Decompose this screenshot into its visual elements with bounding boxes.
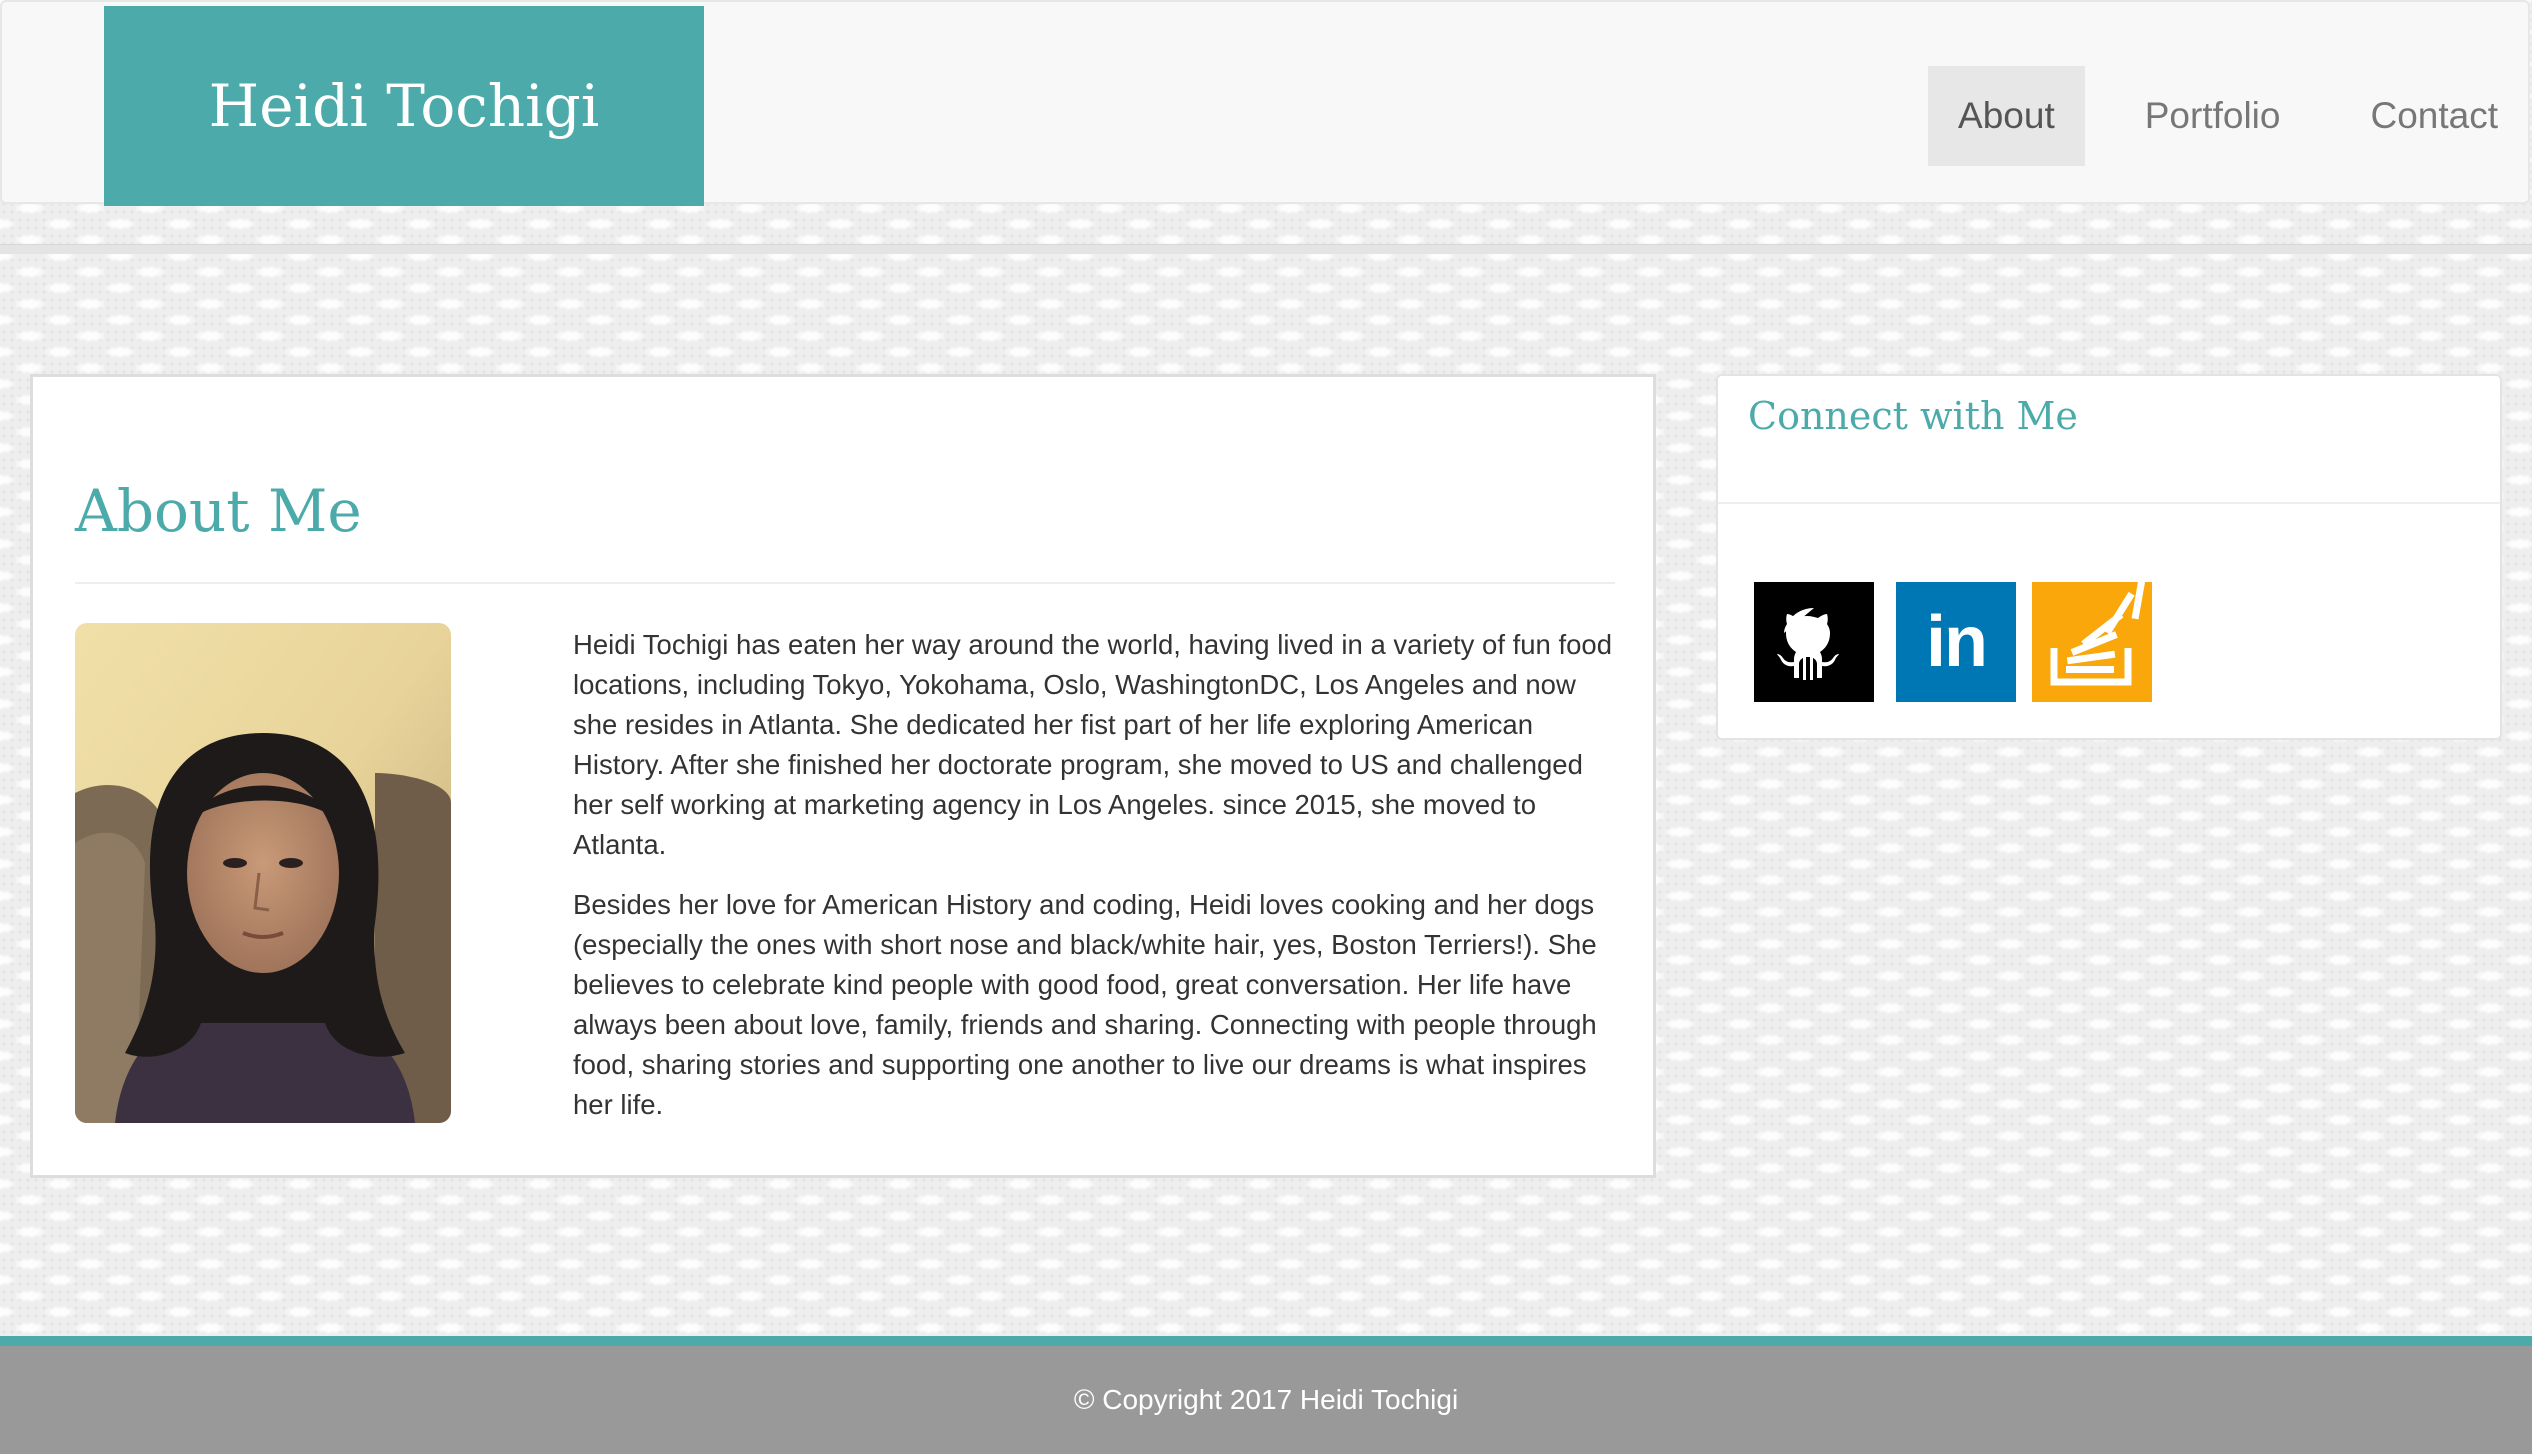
about-panel: About Me Heidi Tochigi has eaten her way… [30,374,1656,1178]
connect-title: Connect with Me [1748,394,2078,438]
about-title: About Me [75,477,362,545]
navbar: Heidi Tochigi About Portfolio Contact [0,0,2530,206]
nav-menu: About Portfolio Contact [1898,66,2528,166]
header-divider [0,244,2532,254]
nav-item-contact[interactable]: Contact [2340,66,2528,166]
footer-accent-line [0,1336,2532,1346]
about-paragraph-1: Heidi Tochigi has eaten her way around t… [573,629,1613,860]
linkedin-icon: in [1926,602,1988,682]
about-paragraph-2: Besides her love for American History an… [573,889,1597,1120]
profile-photo-image [75,623,451,1123]
about-divider [75,582,1615,584]
copyright-text: © Copyright 2017 Heidi Tochigi [1073,1384,1459,1415]
github-link[interactable] [1754,582,1874,702]
linkedin-link[interactable]: in [1896,582,2016,702]
connect-divider [1718,502,2500,504]
github-icon [1777,608,1839,680]
about-text: Heidi Tochigi has eaten her way around t… [573,625,1623,1145]
nav-item-about[interactable]: About [1928,66,2085,166]
connect-panel: Connect with Me in [1716,374,2502,740]
footer: © Copyright 2017 Heidi Tochigi [0,1346,2532,1454]
brand-logo-link[interactable]: Heidi Tochigi [104,6,704,206]
profile-photo [75,623,451,1123]
stackoverflow-link[interactable] [2032,582,2152,702]
stackoverflow-icon [2050,582,2146,686]
nav-item-portfolio[interactable]: Portfolio [2115,66,2311,166]
